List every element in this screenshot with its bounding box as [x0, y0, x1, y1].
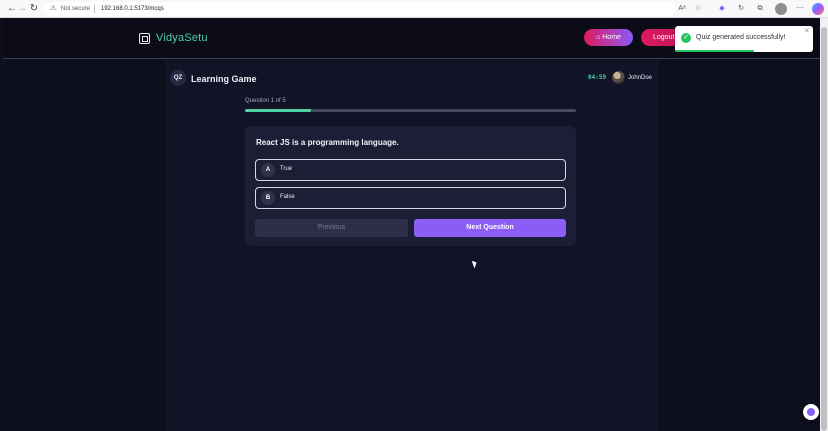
countdown-timer: 04:59	[588, 74, 607, 81]
username: JohnDoe	[628, 75, 653, 81]
toast-message: Quiz generated successfully!	[696, 34, 786, 41]
security-label: Not secure	[61, 6, 91, 12]
page-scrollbar[interactable]	[820, 18, 828, 431]
option-label: True	[280, 166, 293, 172]
forward-icon: →	[17, 3, 27, 14]
address-bar[interactable]: ⚠ Not secure 192.168.0.1:5173/mcqs	[44, 2, 676, 16]
url-text[interactable]: 192.168.0.1:5173/mcqs	[101, 2, 164, 16]
close-icon[interactable]: ✕	[804, 27, 810, 35]
scrollbar-thumb[interactable]	[821, 27, 827, 431]
page-title: Learning Game	[191, 74, 257, 84]
read-aloud-icon[interactable]: Aᵃ	[676, 3, 688, 15]
quiz-progress-track	[245, 109, 576, 112]
address-divider	[94, 5, 95, 13]
assistant-fab-icon[interactable]	[803, 404, 819, 420]
copilot-icon[interactable]	[812, 3, 824, 15]
collections-icon[interactable]: ⧉	[754, 3, 766, 15]
profile-avatar-icon[interactable]	[775, 3, 787, 15]
home-button-label: Home	[602, 34, 621, 41]
check-circle-icon: ✓	[681, 33, 691, 43]
home-button[interactable]: ⌂ Home	[584, 29, 633, 46]
question-text: React JS is a programming language.	[256, 138, 399, 147]
browser-toolbar: ← → ↻ ⚠ Not secure 192.168.0.1:5173/mcqs…	[0, 0, 828, 18]
question-card: React JS is a programming language. A Tr…	[245, 126, 576, 246]
refresh-extension-icon[interactable]: ↻	[735, 3, 747, 15]
option-letter: B	[261, 191, 275, 205]
previous-button[interactable]: Previous	[255, 219, 408, 237]
extension-icon[interactable]: ◆	[716, 3, 728, 15]
avatar[interactable]	[612, 71, 625, 84]
quiz-progress-fill	[245, 109, 312, 112]
warning-triangle-icon: ⚠	[50, 5, 57, 12]
logout-button-label: Logout	[653, 34, 675, 41]
option-b[interactable]: B False	[255, 187, 566, 209]
question-counter: Question 1 of 5	[245, 98, 286, 104]
option-letter: A	[261, 163, 275, 177]
reload-icon[interactable]: ↻	[28, 3, 40, 15]
success-toast: ✓ Quiz generated successfully! ✕	[675, 26, 813, 52]
favorite-star-icon[interactable]: ☆	[692, 3, 704, 15]
quiz-badge: QZ	[170, 70, 186, 86]
more-options-icon[interactable]: ⋯	[794, 3, 806, 15]
toast-progress-bar	[675, 50, 754, 52]
option-label: False	[280, 194, 295, 200]
chip-logo-icon	[139, 33, 150, 44]
app-name[interactable]: VidyaSetu	[156, 32, 208, 44]
next-question-button[interactable]: Next Question	[414, 219, 566, 237]
option-a[interactable]: A True	[255, 159, 566, 181]
